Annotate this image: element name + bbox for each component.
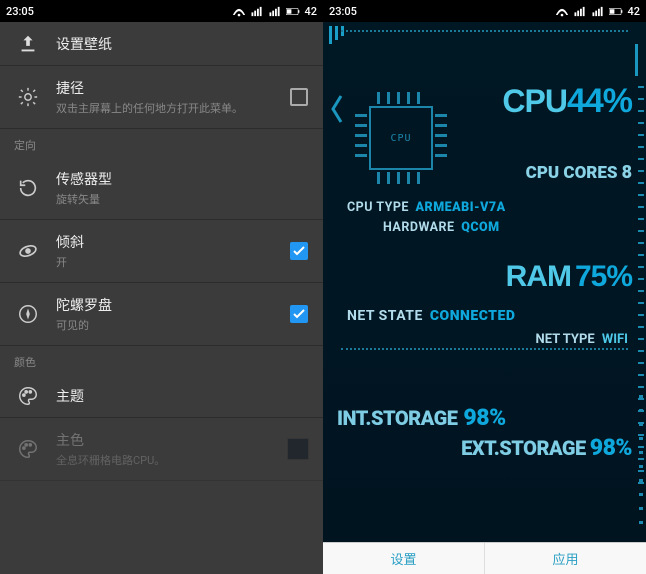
clock-2: 23:05 (329, 5, 357, 18)
primary-color-row[interactable]: 主色 全息环栅格电路CPU。 (0, 418, 323, 481)
cpu-chip-graphic: CPU (347, 84, 455, 192)
status-bar-2: 23:05 42 (323, 0, 646, 22)
status-bar: 23:05 42 (0, 0, 323, 22)
sensor-row[interactable]: 传感器型 旋转矢量 (0, 157, 323, 220)
status-icons: 42 (232, 5, 317, 18)
cores-stat: CPU CORES8 (526, 162, 632, 183)
shortcut-sub: 双击主屏幕上的任何地方打开此菜单。 (56, 100, 289, 116)
tilt-title: 倾斜 (56, 232, 289, 252)
theme-row[interactable]: 主题 (0, 374, 323, 418)
settings-button[interactable]: 设置 (323, 543, 485, 574)
primary-sub: 全息环栅格电路CPU。 (56, 452, 287, 468)
hardware-line: HARDWARE QCOM (383, 220, 500, 235)
tilt-checkbox[interactable] (289, 241, 309, 261)
orientation-section: 定向 (0, 129, 323, 157)
intstor-value: 98% (463, 404, 505, 431)
hardware-label: HARDWARE (383, 220, 455, 235)
shortcut-row[interactable]: 捷径 双击主屏幕上的任何地方打开此菜单。 (0, 66, 323, 129)
cpu-type-value: ARMEABI-V7A (416, 200, 506, 215)
set-wallpaper-label: 设置壁纸 (56, 34, 309, 54)
cpu-stat: CPU44% (502, 82, 632, 121)
color-swatch[interactable] (287, 438, 309, 460)
extstorage-line: EXT.STORAGE98% (461, 434, 632, 461)
intstorage-line: INT.STORAGE98% (337, 404, 506, 431)
theme-title: 主题 (56, 386, 309, 406)
bottom-bar: 设置 应用 (323, 542, 646, 574)
netstate-value: CONNECTED (430, 308, 516, 324)
apply-button[interactable]: 应用 (485, 543, 646, 574)
extstor-value: 98% (590, 434, 632, 461)
cores-value: 8 (622, 162, 632, 183)
ram-value: 75% (575, 260, 632, 293)
palette-icon (14, 385, 42, 407)
sensor-title: 传感器型 (56, 169, 309, 189)
hardware-value: QCOM (461, 220, 499, 235)
cpu-type-label: CPU TYPE (347, 200, 409, 215)
set-wallpaper-row[interactable]: 设置壁纸 (0, 22, 323, 66)
ram-label: RAM (506, 260, 571, 293)
shortcut-checkbox[interactable] (289, 87, 309, 107)
cpu-type-line: CPU TYPE ARMEABI-V7A (347, 200, 506, 215)
settings-panel: 23:05 42 设置壁纸 捷径 双击主屏幕上的任何地方打开此菜单。 定向 传感… (0, 0, 323, 574)
nettype-label: NET TYPE (536, 332, 595, 347)
sensor-sub: 旋转矢量 (56, 191, 309, 207)
color-section: 颜色 (0, 346, 323, 374)
rotate-icon (14, 177, 42, 199)
cpu-label: CPU (502, 83, 567, 119)
info-panel: 23:05 42 CPU CPU44% CPU CORES8 CPU (323, 0, 646, 574)
netstate-line: NET STATE CONNECTED (347, 308, 515, 324)
battery-pct-2: 42 (627, 5, 640, 18)
nettype-line: NET TYPE WIFI (536, 332, 628, 347)
intstor-label: INT.STORAGE (337, 406, 457, 430)
netstate-label: NET STATE (347, 308, 423, 324)
status-icons-2: 42 (555, 5, 640, 18)
clock: 23:05 (6, 5, 34, 18)
gyro-row[interactable]: 陀螺罗盘 可见的 (0, 283, 323, 346)
cores-label: CPU CORES (526, 163, 618, 183)
gyro-checkbox[interactable] (289, 304, 309, 324)
cpu-value: 44% (567, 82, 632, 120)
gear-icon (14, 86, 42, 108)
tech-wallpaper: CPU CPU44% CPU CORES8 CPU TYPE ARMEABI-V… (323, 22, 646, 544)
palette-icon-2 (14, 438, 42, 460)
tilt-sub: 开 (56, 254, 289, 270)
gyro-sub: 可见的 (56, 317, 289, 333)
tilt-row[interactable]: 倾斜 开 (0, 220, 323, 283)
nettype-value: WIFI (602, 332, 628, 347)
battery-pct: 42 (304, 5, 317, 18)
extstor-label: EXT.STORAGE (461, 436, 586, 460)
shortcut-title: 捷径 (56, 78, 289, 98)
upload-icon (14, 33, 42, 55)
gyro-title: 陀螺罗盘 (56, 295, 289, 315)
primary-title: 主色 (56, 430, 287, 450)
ram-stat: RAM75% (506, 260, 632, 294)
tilt-icon (14, 240, 42, 262)
compass-icon (14, 303, 42, 325)
